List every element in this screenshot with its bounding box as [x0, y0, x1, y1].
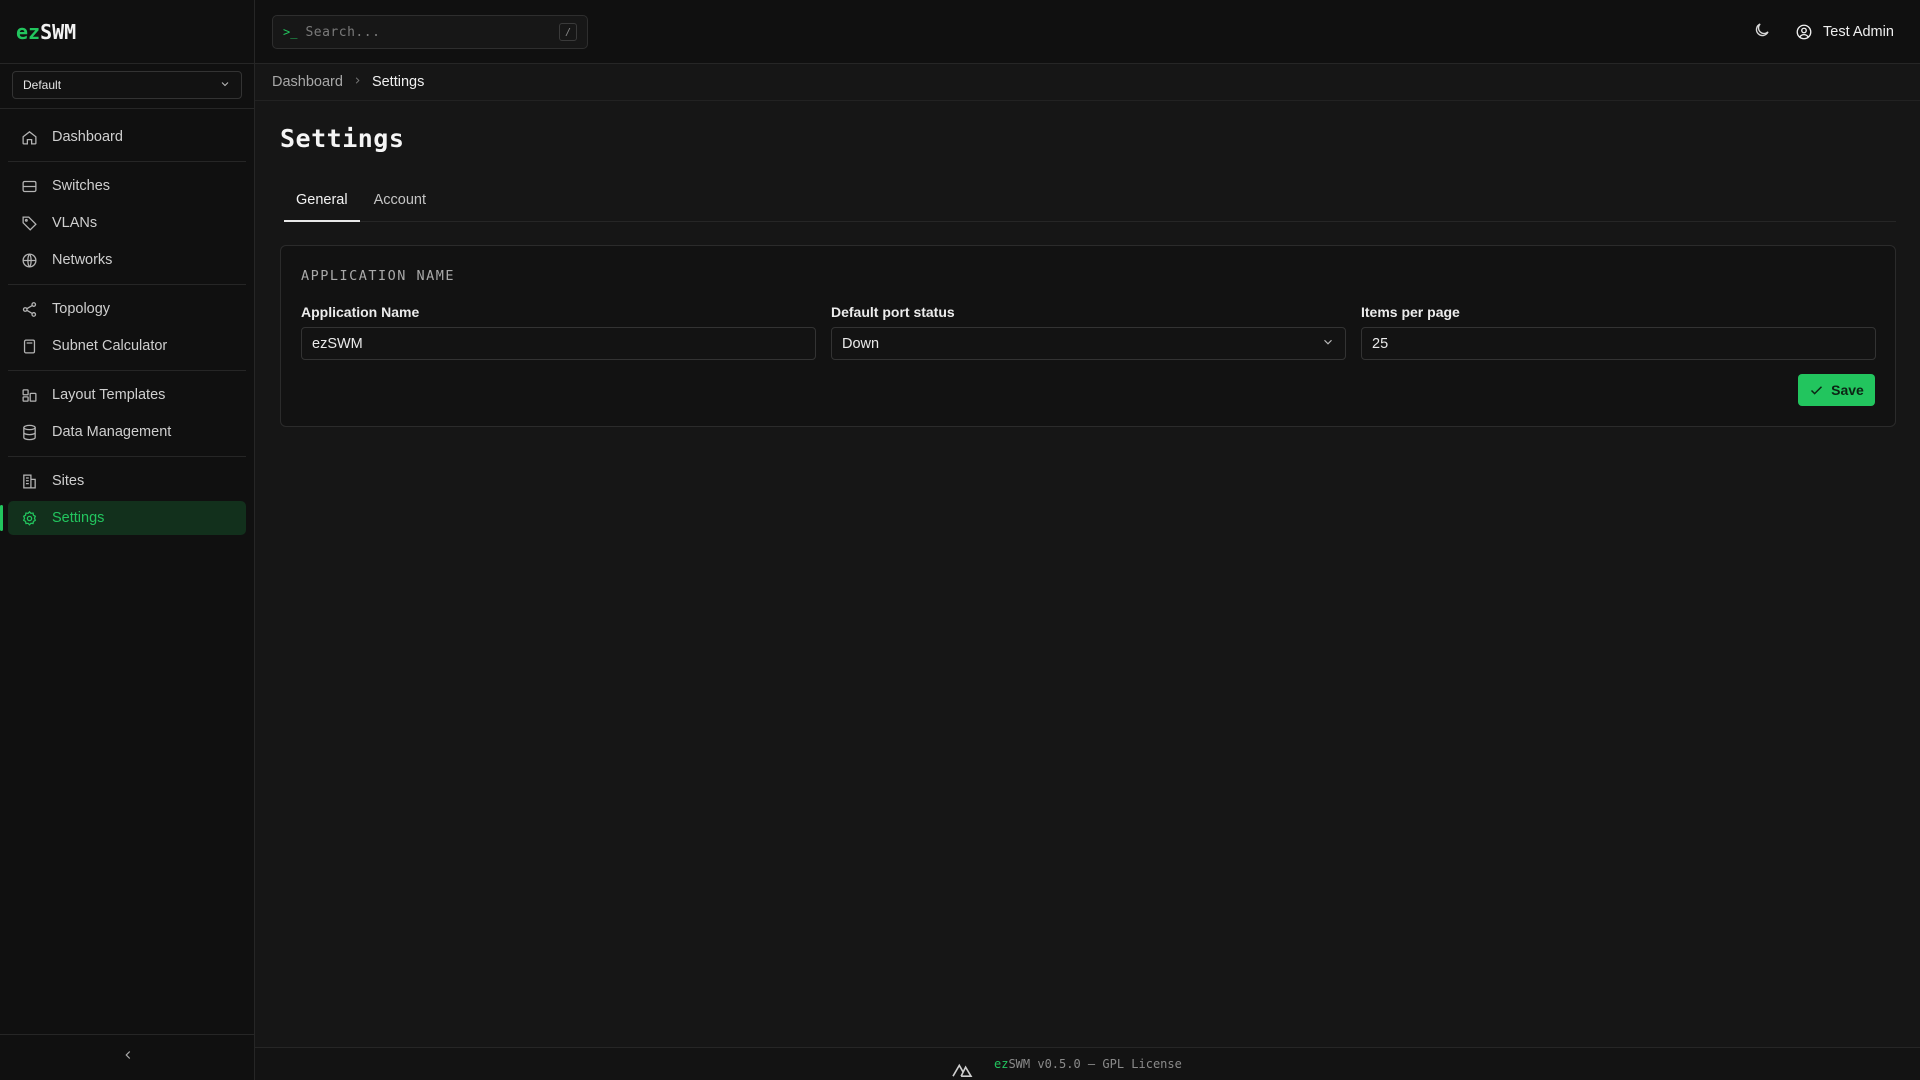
items-per-page-value: 25: [1372, 335, 1389, 352]
collapse-sidebar-button[interactable]: [0, 1034, 255, 1080]
footer-version-text: ezSWM v0.5.0 — GPL License: [994, 1057, 1182, 1071]
chevron-down-icon: [1321, 335, 1335, 353]
settings-tabs: General Account: [284, 186, 1896, 222]
database-icon: [20, 423, 38, 441]
nav-divider: [8, 161, 246, 162]
tag-icon: [20, 214, 38, 232]
default-port-status-value: Down: [842, 335, 880, 352]
terminal-prompt-icon: >_: [283, 25, 298, 39]
logo-ez: ez: [16, 19, 41, 44]
sidebar-item-label: Subnet Calculator: [52, 338, 168, 354]
sidebar-item-label: VLANs: [52, 215, 98, 231]
building-icon: [20, 472, 38, 490]
sidebar-item-dashboard[interactable]: Dashboard: [8, 120, 246, 154]
calculator-icon: [20, 337, 38, 355]
default-port-status-field: Default port status Down: [831, 304, 1346, 360]
breadcrumb-link-dashboard[interactable]: Dashboard: [272, 74, 343, 90]
search-shortcut-badge: /: [559, 23, 577, 41]
save-button-label: Save: [1831, 382, 1864, 398]
sidebar-item-label: Switches: [52, 178, 111, 194]
footer: ezSWM v0.5.0 — GPL License: [255, 1047, 1920, 1080]
footer-version: SWM v0.5.0 — GPL License: [1008, 1057, 1182, 1071]
chevron-down-icon: [219, 78, 231, 93]
items-per-page-field: Items per page 25: [1361, 304, 1876, 360]
sidebar-item-label: Dashboard: [52, 129, 123, 145]
sidebar-item-switches[interactable]: Switches: [8, 169, 246, 203]
breadcrumb-divider: [255, 100, 1920, 101]
save-button[interactable]: Save: [1798, 374, 1875, 406]
gear-icon: [20, 509, 38, 527]
application-settings-card: APPLICATION NAME Application Name ezSWM …: [280, 245, 1896, 427]
topbar: >_ Search... / Test Admin: [255, 0, 1920, 64]
breadcrumb-current: Settings: [371, 74, 425, 90]
site-select-wrapper: Default: [0, 64, 254, 109]
search-placeholder: Search...: [305, 24, 381, 40]
search-input[interactable]: >_ Search... /: [272, 15, 588, 49]
user-name: Test Admin: [1823, 24, 1894, 40]
sidebar-item-networks[interactable]: Networks: [8, 243, 246, 277]
application-name-label: Application Name: [301, 304, 420, 320]
sidebar-item-label: Layout Templates: [52, 387, 166, 403]
application-name-input[interactable]: ezSWM: [301, 327, 816, 360]
sidebar-item-label: Networks: [52, 252, 113, 268]
app-logo[interactable]: ez SWM: [0, 0, 254, 64]
nav-divider: [8, 456, 246, 457]
sidebar-item-subnet-calculator[interactable]: Subnet Calculator: [8, 329, 246, 363]
nav-divider: [8, 284, 246, 285]
tab-general[interactable]: General: [284, 186, 360, 222]
globe-icon: [20, 251, 38, 269]
moon-icon: [1753, 21, 1771, 44]
nav-divider: [8, 370, 246, 371]
home-icon: [20, 128, 38, 146]
breadcrumb: Dashboard Settings: [272, 72, 424, 92]
chevron-right-icon: [352, 75, 363, 89]
sidebar-item-label: Topology: [52, 301, 111, 317]
user-menu-button[interactable]: Test Admin: [1795, 20, 1894, 44]
section-title: APPLICATION NAME: [301, 268, 456, 284]
chevron-left-icon: [121, 1048, 135, 1067]
sidebar-item-sites[interactable]: Sites: [8, 464, 246, 498]
sidebar-item-label: Data Management: [52, 424, 172, 440]
default-port-status-label: Default port status: [831, 304, 955, 320]
layout-icon: [20, 386, 38, 404]
default-port-status-select[interactable]: Down: [831, 327, 1346, 360]
items-per-page-label: Items per page: [1361, 304, 1460, 320]
nuxt-logo-icon: [951, 1060, 975, 1080]
site-select-value: Default: [23, 78, 62, 92]
items-per-page-input[interactable]: 25: [1361, 327, 1876, 360]
logo-swm: SWM: [40, 19, 77, 44]
sidebar-item-label: Settings: [52, 510, 105, 526]
application-name-field: Application Name ezSWM: [301, 304, 816, 360]
share-icon: [20, 300, 38, 318]
sidebar-item-settings[interactable]: Settings: [0, 501, 246, 535]
sidebar: ez SWM Default Dashboard Switches VLANs N…: [0, 0, 255, 1080]
theme-toggle-button[interactable]: [1751, 21, 1773, 43]
site-select[interactable]: Default: [12, 71, 242, 99]
sidebar-item-layout-templates[interactable]: Layout Templates: [8, 378, 246, 412]
tab-account[interactable]: Account: [362, 186, 438, 222]
footer-ez: ez: [994, 1057, 1009, 1071]
sidebar-item-vlans[interactable]: VLANs: [8, 206, 246, 240]
page-title: Settings: [280, 124, 405, 153]
check-icon: [1809, 383, 1824, 398]
sidebar-item-data-management[interactable]: Data Management: [8, 415, 246, 449]
sidebar-item-topology[interactable]: Topology: [8, 292, 246, 326]
user-circle-icon: [1795, 23, 1813, 41]
sidebar-nav: Dashboard Switches VLANs Networks Topolo…: [0, 109, 254, 535]
application-name-value: ezSWM: [312, 335, 363, 352]
server-icon: [20, 177, 38, 195]
sidebar-item-label: Sites: [52, 473, 85, 489]
